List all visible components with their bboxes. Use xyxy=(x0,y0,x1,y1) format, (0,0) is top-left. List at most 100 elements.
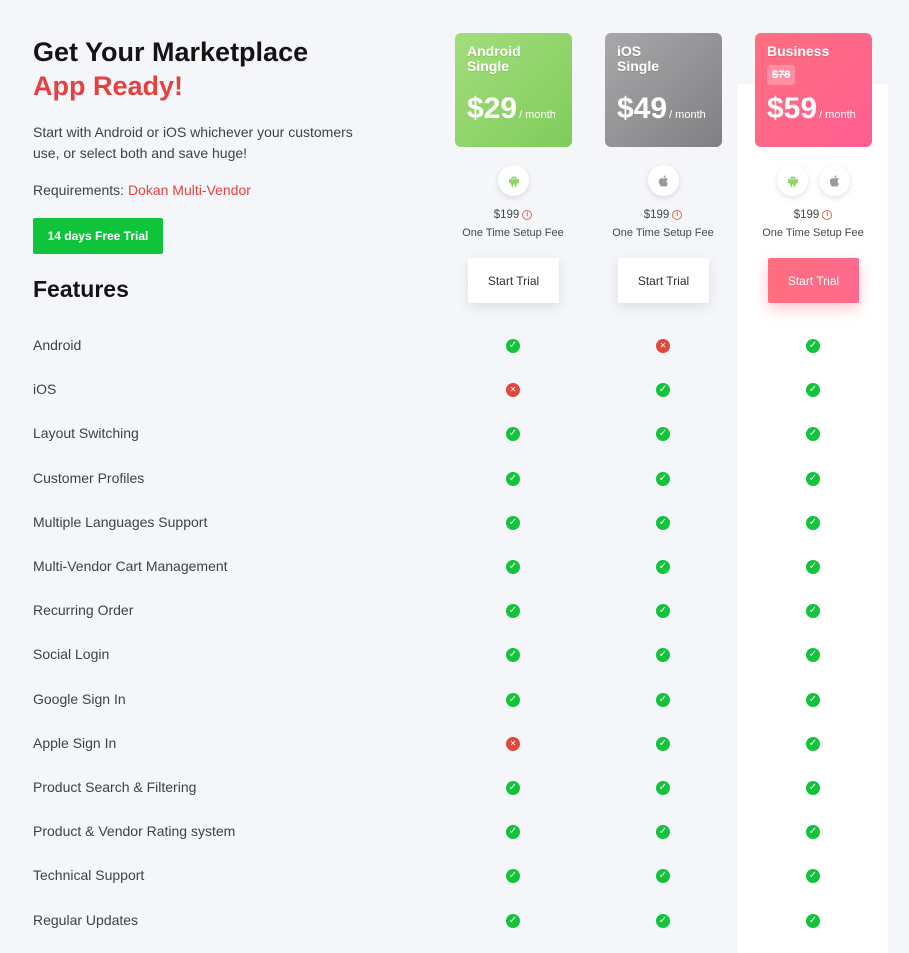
feature-row: Product & Vendor Rating system ✓ ✓ ✓ xyxy=(0,821,909,843)
feature-label: Apple Sign In xyxy=(33,735,117,751)
requirements-label: Requirements: xyxy=(33,182,125,198)
feature-row: Regular Updates ✓ ✓ ✓ xyxy=(0,910,909,932)
info-icon[interactable]: i xyxy=(822,210,833,221)
check-icon: ✓ xyxy=(806,339,820,353)
plan-card: Android Single $29/ month xyxy=(455,33,572,147)
cross-icon: ✕ xyxy=(506,383,520,397)
info-icon[interactable]: i xyxy=(672,210,683,221)
plan-price: $49/ month xyxy=(617,93,706,131)
plan-name: iOS Single xyxy=(617,43,660,74)
feature-label: Android xyxy=(33,337,82,353)
start-trial-button[interactable]: Start Trial xyxy=(618,258,709,303)
requirements-link[interactable]: Dokan Multi-Vendor xyxy=(128,182,251,198)
check-icon: ✓ xyxy=(806,383,820,397)
check-icon: ✓ xyxy=(656,781,670,795)
check-icon: ✓ xyxy=(806,427,820,441)
setup-fee-amount: $199 xyxy=(793,209,820,221)
feature-label: Recurring Order xyxy=(33,602,134,618)
check-icon: ✓ xyxy=(806,560,820,574)
feature-label: Multi-Vendor Cart Management xyxy=(33,558,228,574)
check-icon: ✓ xyxy=(656,604,670,618)
check-icon: ✓ xyxy=(806,693,820,707)
check-icon: ✓ xyxy=(656,383,670,397)
check-icon: ✓ xyxy=(506,472,520,486)
check-icon: ✓ xyxy=(506,693,520,707)
check-icon: ✓ xyxy=(806,869,820,883)
info-icon[interactable]: i xyxy=(522,210,533,221)
check-icon: ✓ xyxy=(506,339,520,353)
check-icon: ✓ xyxy=(806,516,820,530)
check-icon: ✓ xyxy=(506,427,520,441)
check-icon: ✓ xyxy=(806,914,820,928)
check-icon: ✓ xyxy=(506,914,520,928)
feature-row: Android ✓ ✕ ✓ xyxy=(0,335,909,357)
start-trial-button[interactable]: Start Trial xyxy=(768,258,859,303)
feature-row: Multi-Vendor Cart Management ✓ ✓ ✓ xyxy=(0,556,909,578)
feature-label: Regular Updates xyxy=(33,912,139,928)
check-icon: ✓ xyxy=(656,648,670,662)
check-icon: ✓ xyxy=(656,516,670,530)
apple-icon xyxy=(819,165,850,196)
free-trial-button[interactable]: 14 days Free Trial xyxy=(33,218,163,254)
check-icon: ✓ xyxy=(806,648,820,662)
start-trial-button[interactable]: Start Trial xyxy=(468,258,559,303)
check-icon: ✓ xyxy=(806,472,820,486)
page-title-highlight: App Ready! xyxy=(33,71,184,101)
setup-fee-label: One Time Setup Fee xyxy=(462,227,564,239)
feature-label: Social Login xyxy=(33,646,110,662)
feature-label: Customer Profiles xyxy=(33,470,145,486)
feature-label: iOS xyxy=(33,381,57,397)
setup-fee-amount: $199 xyxy=(643,209,670,221)
feature-row: Customer Profiles ✓ ✓ ✓ xyxy=(0,468,909,490)
page-title: Get Your Marketplace xyxy=(33,37,309,67)
check-icon: ✓ xyxy=(506,825,520,839)
plan-price-period: / month xyxy=(819,109,856,121)
check-icon: ✓ xyxy=(506,560,520,574)
feature-row: Recurring Order ✓ ✓ ✓ xyxy=(0,600,909,622)
plan-price-amount: $29 xyxy=(467,92,518,125)
check-icon: ✓ xyxy=(506,604,520,618)
check-icon: ✓ xyxy=(806,825,820,839)
android-icon xyxy=(777,165,808,196)
requirements: Requirements: Dokan Multi-Vendor xyxy=(33,182,413,198)
check-icon: ✓ xyxy=(506,869,520,883)
feature-row: Product Search & Filtering ✓ ✓ ✓ xyxy=(0,777,909,799)
setup-fee-amount: $199 xyxy=(493,209,520,221)
feature-label: Layout Switching xyxy=(33,425,139,441)
check-icon: ✓ xyxy=(806,604,820,618)
check-icon: ✓ xyxy=(506,781,520,795)
check-icon: ✓ xyxy=(656,472,670,486)
check-icon: ✓ xyxy=(506,516,520,530)
plan-price: $29/ month xyxy=(467,93,556,131)
check-icon: ✓ xyxy=(656,869,670,883)
check-icon: ✓ xyxy=(806,781,820,795)
hero-section: Get Your Marketplace App Ready! Start wi… xyxy=(33,36,413,198)
check-icon: ✓ xyxy=(656,693,670,707)
check-icon: ✓ xyxy=(656,825,670,839)
plan-card: iOS Single $49/ month xyxy=(605,33,722,147)
check-icon: ✓ xyxy=(656,427,670,441)
plan-name: Android Single xyxy=(467,43,521,74)
android-icon xyxy=(498,165,529,196)
setup-fee-label: One Time Setup Fee xyxy=(612,227,714,239)
setup-fee-label: One Time Setup Fee xyxy=(762,227,864,239)
intro-text: Start with Android or iOS whichever your… xyxy=(33,124,353,161)
plan-card: Business $78 $59/ month xyxy=(755,33,872,147)
feature-row: Apple Sign In ✕ ✓ ✓ xyxy=(0,733,909,755)
plan-price: $59/ month xyxy=(767,93,856,131)
check-icon: ✓ xyxy=(806,737,820,751)
feature-row: Technical Support ✓ ✓ ✓ xyxy=(0,865,909,887)
feature-row: Google Sign In ✓ ✓ ✓ xyxy=(0,689,909,711)
plan-old-price: $78 xyxy=(767,65,796,85)
feature-row: Multiple Languages Support ✓ ✓ ✓ xyxy=(0,512,909,534)
feature-label: Product & Vendor Rating system xyxy=(33,823,236,839)
check-icon: ✓ xyxy=(506,648,520,662)
apple-icon xyxy=(648,165,679,196)
setup-fee: $199 i One Time Setup Fee xyxy=(448,206,578,242)
feature-row: Social Login ✓ ✓ ✓ xyxy=(0,644,909,666)
check-icon: ✓ xyxy=(656,737,670,751)
plan-price-period: / month xyxy=(519,109,556,121)
feature-label: Technical Support xyxy=(33,867,145,883)
plan-price-amount: $59 xyxy=(767,92,818,125)
plan-name: Business xyxy=(767,43,830,59)
